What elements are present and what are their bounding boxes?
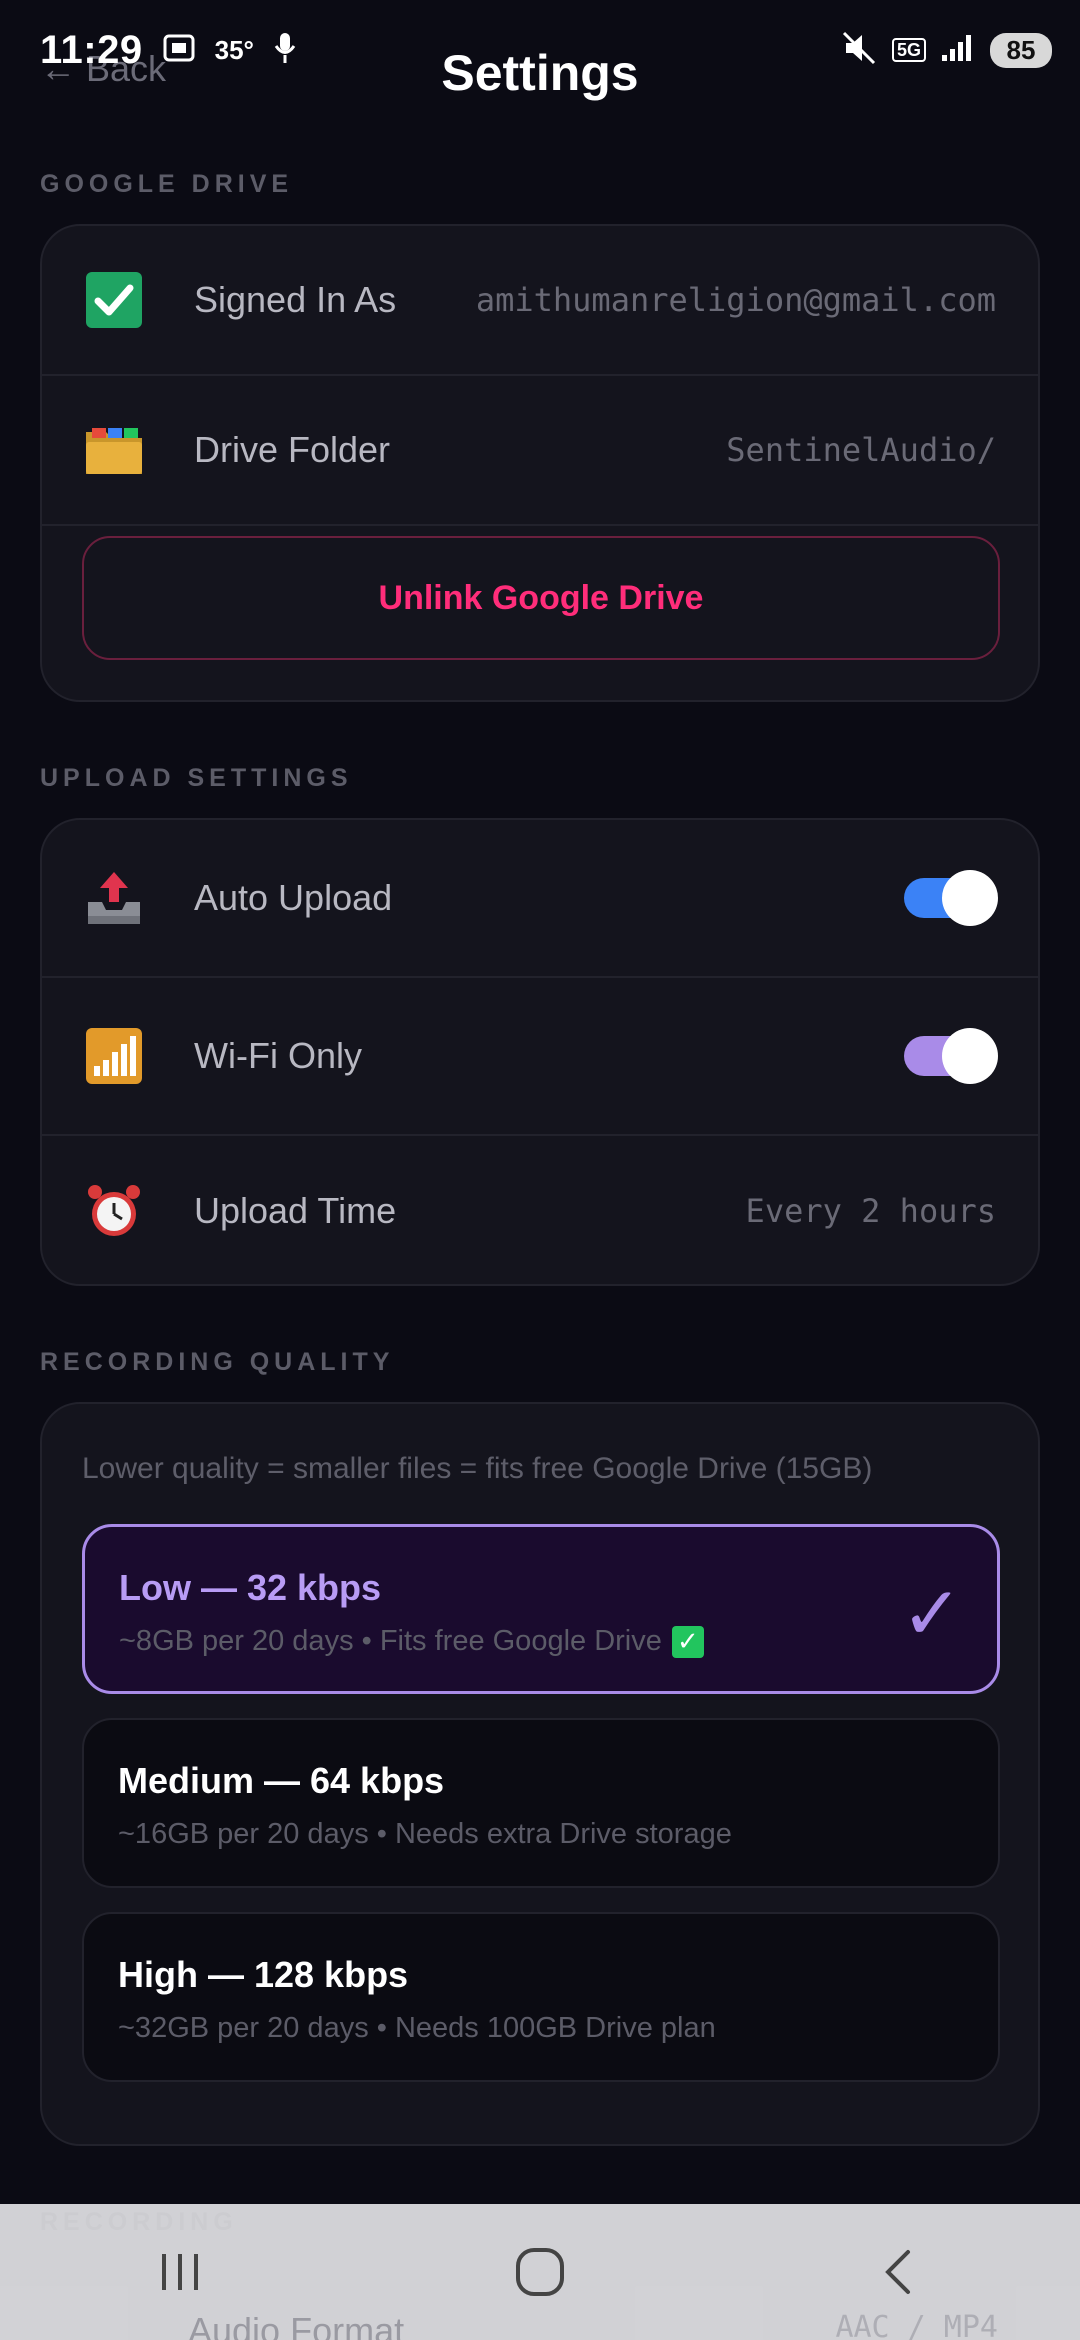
google-drive-card: Signed In As amithumanreligion@gmail.com…	[40, 224, 1040, 702]
mute-icon	[840, 29, 878, 72]
signed-in-email: amithumanreligion@gmail.com	[475, 281, 996, 319]
wifi-only-label: Wi-Fi Only	[194, 1035, 362, 1076]
option-title: Medium — 64 kbps	[118, 1760, 445, 1801]
auto-upload-row: Auto Upload	[42, 820, 1038, 978]
section-label-upload-settings: UPLOAD SETTINGS	[40, 764, 353, 792]
signal-bars-icon	[84, 1026, 144, 1086]
status-right: 5G 85	[840, 29, 1052, 72]
status-left: 11:29 35°	[40, 28, 298, 73]
section-label-recording-quality: RECORDING QUALITY	[40, 1348, 395, 1376]
drive-folder-value: SentinelAudio/	[726, 431, 996, 469]
outbox-tray-icon	[84, 868, 144, 928]
unlink-google-drive-button[interactable]: Unlink Google Drive	[82, 536, 1000, 660]
section-label-recording: RECORDING	[40, 2208, 238, 2236]
quality-option-low[interactable]: Low — 32 kbps ~8GB per 20 days • Fits fr…	[82, 1524, 1000, 1694]
recording-quality-card: Lower quality = smaller files = fits fre…	[40, 1402, 1040, 2146]
audio-format-label: Audio Format	[188, 2310, 405, 2340]
drive-folder-label: Drive Folder	[194, 429, 391, 470]
toggle-knob	[942, 870, 998, 926]
battery-level: 85	[990, 32, 1052, 68]
option-description: ~16GB per 20 days • Needs extra Drive st…	[118, 1818, 732, 1850]
quality-hint: Lower quality = smaller files = fits fre…	[82, 1452, 873, 1485]
auto-upload-toggle[interactable]	[904, 870, 998, 926]
check-box-icon: ✓	[671, 1625, 704, 1658]
check-box-icon	[84, 270, 144, 330]
status-time: 11:29	[40, 27, 143, 72]
folder-icon	[84, 420, 144, 480]
microphone-icon	[272, 31, 298, 70]
status-bar: 11:29 35° 5G 85	[0, 0, 1080, 100]
option-description: ~32GB per 20 days • Needs 100GB Drive pl…	[118, 2012, 716, 2044]
selected-checkmark-icon: ✓	[900, 1572, 963, 1655]
signed-in-label: Signed In As	[194, 279, 397, 320]
upload-time-row[interactable]: Upload Time Every 2 hours	[42, 1136, 1038, 1284]
status-temperature: 35°	[214, 34, 254, 65]
back-nav-button[interactable]	[840, 2222, 960, 2322]
upload-time-label: Upload Time	[194, 1190, 397, 1231]
network-type: 5G	[891, 38, 926, 62]
option-title: Low — 32 kbps	[119, 1567, 382, 1608]
drive-folder-row[interactable]: Drive Folder SentinelAudio/	[42, 376, 1038, 526]
cell-signal-icon	[940, 33, 976, 68]
option-title: High — 128 kbps	[118, 1954, 409, 1995]
quality-option-medium[interactable]: Medium — 64 kbps ~16GB per 20 days • Nee…	[82, 1718, 1000, 1888]
upload-settings-card: Auto Upload Wi-Fi Only Upload Time Every…	[40, 818, 1040, 1286]
option-description: ~8GB per 20 days • Fits free Google Driv…	[119, 1625, 963, 1658]
auto-upload-label: Auto Upload	[194, 877, 393, 918]
option-description-text: ~8GB per 20 days • Fits free Google Driv…	[119, 1625, 662, 1657]
alarm-clock-icon	[84, 1181, 144, 1241]
toggle-knob	[942, 1028, 998, 1084]
recent-apps-button[interactable]	[120, 2222, 240, 2322]
audio-format-value: AAC / MP4	[835, 2310, 998, 2340]
quality-option-high[interactable]: High — 128 kbps ~32GB per 20 days • Need…	[82, 1912, 1000, 2082]
home-button[interactable]	[480, 2222, 600, 2322]
upload-time-value: Every 2 hours	[745, 1192, 996, 1230]
settings-screen: 11:29 35° 5G 85 ← Back Settings GOOGLE D…	[0, 0, 1080, 2340]
screenshot-icon	[161, 30, 197, 71]
signed-in-row: Signed In As amithumanreligion@gmail.com	[42, 226, 1038, 376]
wifi-only-toggle[interactable]	[904, 1028, 998, 1084]
wifi-only-row: Wi-Fi Only	[42, 978, 1038, 1136]
section-label-google-drive: GOOGLE DRIVE	[40, 170, 294, 198]
